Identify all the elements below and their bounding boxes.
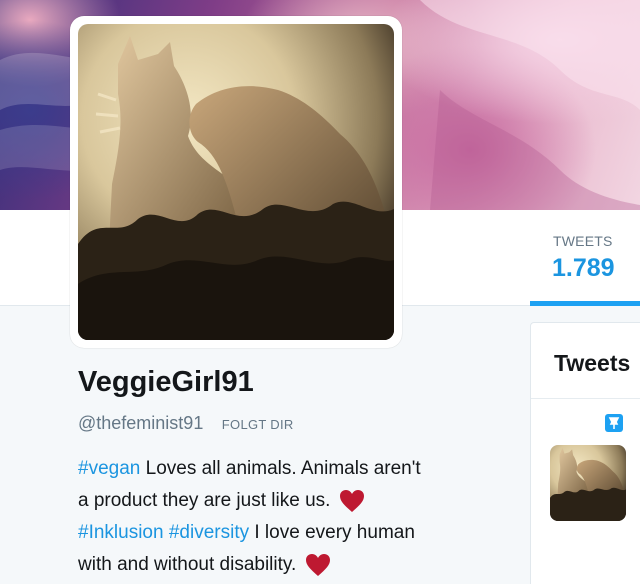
heart-icon [306, 553, 331, 576]
profile-avatar[interactable] [70, 16, 402, 348]
timeline-title[interactable]: Tweets [554, 350, 630, 377]
horses-photo [78, 24, 394, 340]
profile-handle[interactable]: @thefeminist91 [78, 413, 203, 433]
profile-name[interactable]: VeggieGirl91 [78, 366, 254, 399]
bio-line-2: a product they are just like us. [78, 485, 498, 517]
horses-thumbnail [550, 445, 626, 521]
bio-text-2: a product they are just like us. [78, 490, 331, 511]
timeline-header: Tweets [531, 323, 640, 399]
profile-bio: #vegan Loves all animals. Animals aren't… [78, 453, 498, 581]
tweets-stat[interactable]: TWEETS 1.789 [530, 210, 640, 306]
tweet-author-avatar[interactable] [550, 445, 626, 521]
active-tab-underline [530, 301, 640, 306]
bio-line-1: #vegan Loves all animals. Animals aren't [78, 453, 498, 485]
follows-you-badge: FOLGT DIR [221, 417, 294, 432]
tweets-stat-label: TWEETS [553, 233, 613, 249]
avatar-image [78, 24, 394, 340]
hashtag-vegan[interactable]: #vegan [78, 458, 140, 479]
hashtag-diversity[interactable]: #diversity [169, 522, 249, 543]
bio-line-3: #Inklusion #diversity I love every human [78, 517, 498, 549]
bio-text-4: with and without disability. [78, 554, 297, 575]
pinned-tweet-icon [605, 414, 623, 432]
tweets-timeline: Tweets [530, 322, 640, 584]
heart-icon [340, 489, 365, 512]
tweets-stat-count: 1.789 [552, 254, 615, 282]
handle-row: @thefeminist91 FOLGT DIR [78, 413, 294, 437]
hashtag-inklusion[interactable]: #Inklusion [78, 522, 164, 543]
bio-line-4: with and without disability. [78, 549, 498, 581]
bio-text-1: Loves all animals. Animals aren't [140, 458, 421, 479]
bio-text-3: I love every human [249, 522, 415, 543]
